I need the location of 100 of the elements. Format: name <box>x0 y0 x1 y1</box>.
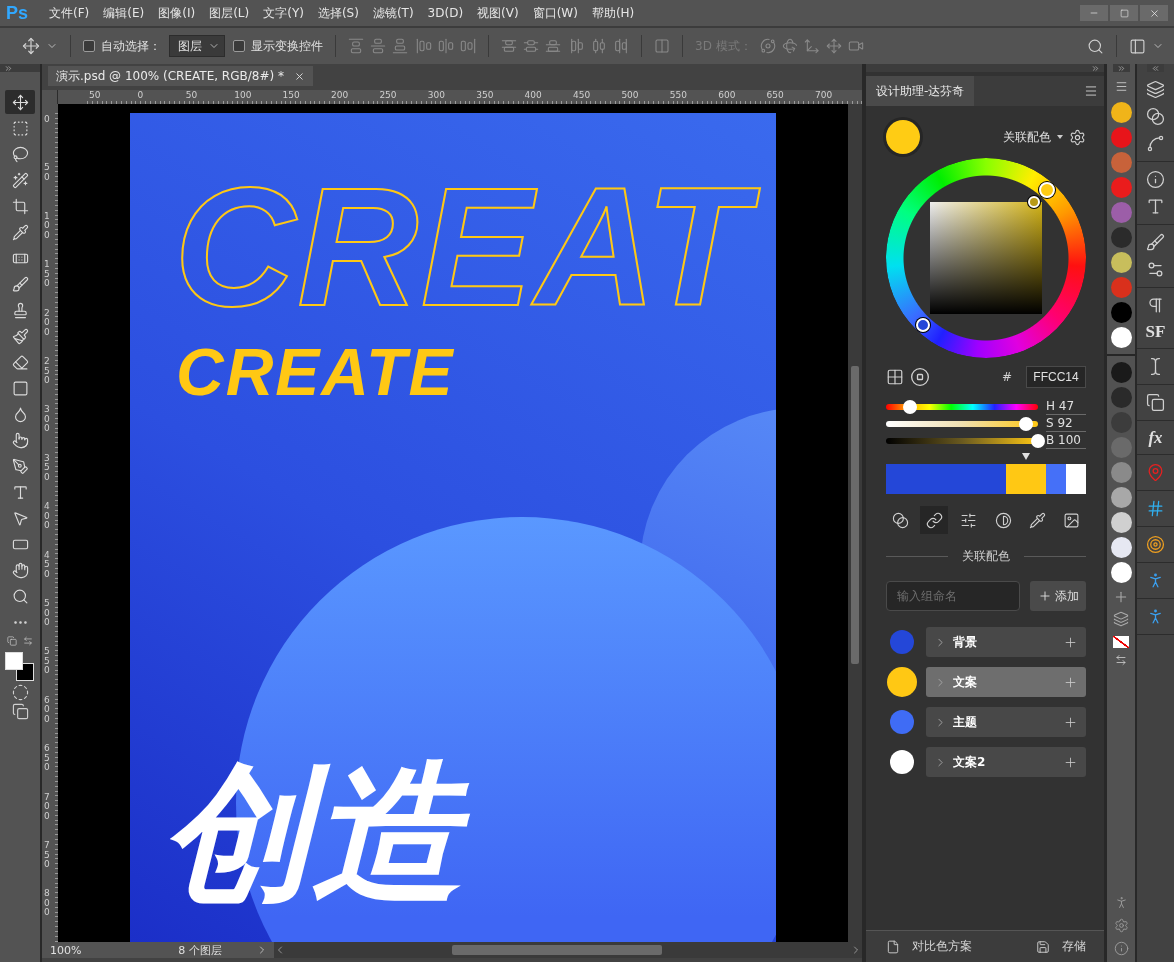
menu-item[interactable]: 编辑(E) <box>96 4 152 22</box>
add-button[interactable]: 添加 <box>1030 581 1086 611</box>
layers-icon[interactable] <box>1146 80 1165 99</box>
circles-icon[interactable] <box>891 511 909 529</box>
info-icon[interactable] <box>1146 170 1165 189</box>
color-group[interactable]: 文案2 <box>926 747 1086 777</box>
pen-icon[interactable] <box>11 457 29 475</box>
plus-icon[interactable] <box>1063 674 1078 690</box>
contrast-scheme-button[interactable]: 对比色方案 <box>912 938 972 955</box>
plus-icon[interactable] <box>1063 714 1078 730</box>
fx-glyph[interactable]: fx <box>1148 429 1163 446</box>
search-icon[interactable] <box>1087 37 1104 55</box>
stamp-icon[interactable] <box>11 301 29 319</box>
move-tool[interactable] <box>5 90 35 114</box>
color-swatch[interactable] <box>1110 252 1132 273</box>
saturation-square[interactable] <box>930 202 1042 314</box>
eyedropper-icon[interactable] <box>1029 511 1047 529</box>
link-icon[interactable] <box>925 511 943 529</box>
grid-icon[interactable] <box>1146 499 1165 518</box>
color-swatch[interactable] <box>1110 202 1132 223</box>
slider-value[interactable]: H 47 <box>1046 398 1086 415</box>
glyphs-icon[interactable] <box>1146 393 1165 412</box>
palette-swatch[interactable] <box>1006 464 1046 494</box>
color-handle[interactable] <box>916 318 930 332</box>
slider-value[interactable]: B 100 <box>1046 432 1086 449</box>
document-tab[interactable]: 演示.psd @ 100% (CREATE, RGB/8#) * <box>48 66 313 86</box>
info-icon[interactable] <box>1113 941 1129 956</box>
panel-tab[interactable]: 设计助理-达芬奇 <box>866 76 975 106</box>
target-icon[interactable] <box>1146 535 1165 554</box>
slider-value[interactable]: S 92 <box>1046 415 1086 432</box>
brush-settings-icon[interactable] <box>1146 260 1165 279</box>
checkbox[interactable] <box>233 40 245 52</box>
plus-icon[interactable] <box>1063 634 1078 650</box>
pin-icon[interactable] <box>1146 463 1165 482</box>
color-swatch[interactable] <box>1110 537 1132 558</box>
zoom-level[interactable]: 100% <box>50 943 94 957</box>
layers-icon[interactable] <box>1113 611 1129 627</box>
marquee-icon[interactable] <box>11 119 29 137</box>
color-handle[interactable] <box>1039 182 1055 198</box>
no-color-swatch[interactable] <box>1113 636 1129 648</box>
collapse-icon[interactable] <box>1091 63 1100 73</box>
color-dot[interactable] <box>890 710 914 734</box>
gradient-icon[interactable] <box>11 379 29 397</box>
color-swatch[interactable] <box>1110 302 1132 323</box>
color-handle[interactable] <box>1028 196 1040 208</box>
color-swatch[interactable] <box>1110 327 1132 348</box>
menu-icon[interactable] <box>1084 84 1098 98</box>
expand-icon[interactable] <box>4 63 13 73</box>
brush-icon[interactable] <box>1146 233 1165 252</box>
color-swatch[interactable] <box>1110 462 1132 483</box>
sliders-icon[interactable] <box>960 511 978 529</box>
palette-swatch[interactable] <box>1066 464 1086 494</box>
color-swatch[interactable] <box>1110 277 1132 298</box>
type-icon[interactable] <box>11 483 29 501</box>
menu-item[interactable]: 选择(S) <box>310 4 366 22</box>
lasso-icon[interactable] <box>11 145 29 163</box>
palette-swatch[interactable] <box>1046 464 1066 494</box>
color-dot[interactable] <box>890 630 914 654</box>
swap-icon[interactable] <box>23 636 33 646</box>
slider-thumb[interactable] <box>1018 416 1033 431</box>
eraser-icon[interactable] <box>11 353 29 371</box>
sf-glyph[interactable]: SF <box>1145 323 1166 340</box>
foreground-background-colors[interactable] <box>5 652 35 682</box>
menu-item[interactable]: 文字(Y) <box>256 4 311 22</box>
contrast-icon[interactable] <box>994 511 1012 529</box>
slider-thumb[interactable] <box>1031 433 1045 448</box>
menu-item[interactable]: 3D(D) <box>420 6 471 20</box>
vertical-scrollbar[interactable] <box>848 104 862 942</box>
workspace-icon[interactable] <box>1129 37 1146 55</box>
menu-icon[interactable] <box>1114 80 1128 93</box>
paragraph-icon[interactable] <box>1146 296 1165 315</box>
color-group[interactable]: 主题 <box>926 707 1086 737</box>
palette-swatch[interactable] <box>886 464 1006 494</box>
eyedropper-icon[interactable] <box>11 223 29 241</box>
move-icon[interactable] <box>11 93 29 111</box>
circles-icon[interactable] <box>1146 107 1165 126</box>
menu-item[interactable]: 图层(L) <box>202 4 257 22</box>
menu-item[interactable]: 视图(V) <box>470 4 526 22</box>
screen-mode-icon[interactable] <box>11 703 29 720</box>
save-button[interactable]: 存储 <box>1062 938 1086 955</box>
color-swatch[interactable] <box>1110 437 1132 458</box>
expand-icon[interactable] <box>1116 63 1126 73</box>
move-icon[interactable] <box>22 37 40 55</box>
slider[interactable] <box>886 433 1045 448</box>
menu-item[interactable]: 窗口(W) <box>525 4 585 22</box>
menu-item[interactable]: 滤镜(T) <box>365 4 421 22</box>
color-swatch[interactable] <box>1110 102 1132 123</box>
brush-icon[interactable] <box>11 275 29 293</box>
plus-icon[interactable] <box>1037 589 1052 603</box>
hand-icon[interactable] <box>11 561 29 579</box>
magic-wand-icon[interactable] <box>11 171 29 189</box>
current-color[interactable] <box>886 120 920 154</box>
group-name-field[interactable]: 输入组命名 <box>886 581 1020 611</box>
color-group[interactable]: 背景 <box>926 627 1086 657</box>
plus-icon[interactable] <box>1063 754 1078 770</box>
path-icon[interactable] <box>1146 134 1165 153</box>
slider-thumb[interactable] <box>903 399 918 414</box>
hex-field[interactable]: FFCC14 <box>1026 366 1086 388</box>
color-group[interactable]: 文案 <box>926 667 1086 697</box>
image-icon[interactable] <box>1063 511 1081 529</box>
